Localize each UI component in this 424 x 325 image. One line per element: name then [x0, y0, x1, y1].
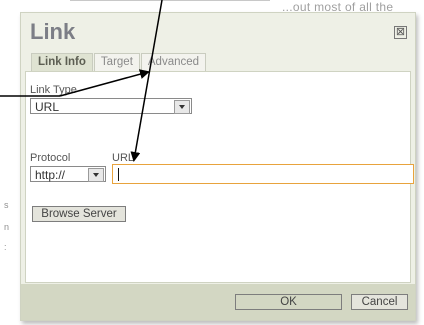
annotation-arrows: [0, 0, 163, 162]
annotation-arrow-tab: [59, 69, 150, 97]
annotation-arrow-url: [130, 0, 163, 162]
